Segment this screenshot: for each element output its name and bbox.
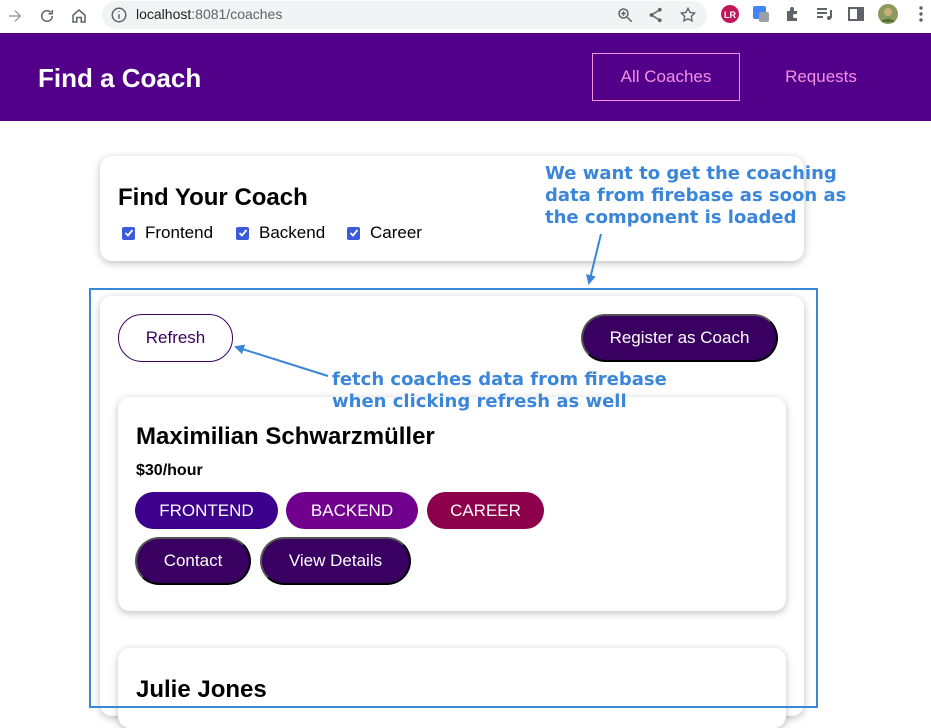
side-panel-icon[interactable] bbox=[846, 4, 866, 24]
translate-extension-icon[interactable] bbox=[751, 4, 771, 24]
avatar[interactable] bbox=[878, 4, 898, 24]
url-host: localhost bbox=[136, 6, 192, 22]
annotation-highlight-box bbox=[89, 288, 818, 708]
checkbox-backend[interactable] bbox=[236, 226, 249, 240]
checkbox-frontend[interactable] bbox=[122, 226, 135, 240]
address-bar[interactable]: localhost:8081/coaches bbox=[102, 1, 707, 29]
home-icon[interactable] bbox=[67, 4, 91, 28]
url-path: :8081/coaches bbox=[191, 6, 283, 22]
media-icon[interactable] bbox=[814, 4, 834, 24]
nav-requests[interactable]: Requests bbox=[766, 53, 876, 101]
nav-all-coaches[interactable]: All Coaches bbox=[592, 53, 740, 101]
annotation-refresh-note: fetch coaches data from firebase when cl… bbox=[332, 369, 667, 412]
bookmark-star-icon[interactable] bbox=[679, 6, 697, 24]
reload-icon[interactable] bbox=[35, 4, 59, 28]
app-title[interactable]: Find a Coach bbox=[38, 63, 201, 94]
annotation-load-note: We want to get the coaching data from fi… bbox=[545, 163, 847, 228]
filter-career[interactable]: Career bbox=[347, 223, 422, 243]
svg-text:LR: LR bbox=[724, 10, 736, 20]
checkbox-career[interactable] bbox=[347, 226, 360, 240]
zoom-icon[interactable] bbox=[616, 6, 634, 24]
filter-frontend[interactable]: Frontend bbox=[122, 223, 213, 243]
puzzle-icon[interactable] bbox=[783, 4, 803, 24]
share-icon[interactable] bbox=[647, 6, 665, 24]
url-text: localhost:8081/coaches bbox=[136, 6, 282, 22]
browser-toolbar: localhost:8081/coaches LR bbox=[0, 0, 931, 33]
info-icon[interactable] bbox=[110, 6, 128, 24]
filter-backend[interactable]: Backend bbox=[236, 223, 325, 243]
filter-frontend-label: Frontend bbox=[145, 223, 214, 242]
more-menu-icon[interactable] bbox=[911, 4, 931, 24]
filter-backend-label: Backend bbox=[259, 223, 326, 242]
forward-icon[interactable] bbox=[3, 4, 27, 28]
filter-career-label: Career bbox=[370, 223, 422, 242]
filter-title: Find Your Coach bbox=[118, 184, 308, 211]
extension-lr-icon[interactable]: LR bbox=[720, 4, 740, 24]
app-header: Find a Coach All Coaches Requests bbox=[0, 33, 931, 121]
